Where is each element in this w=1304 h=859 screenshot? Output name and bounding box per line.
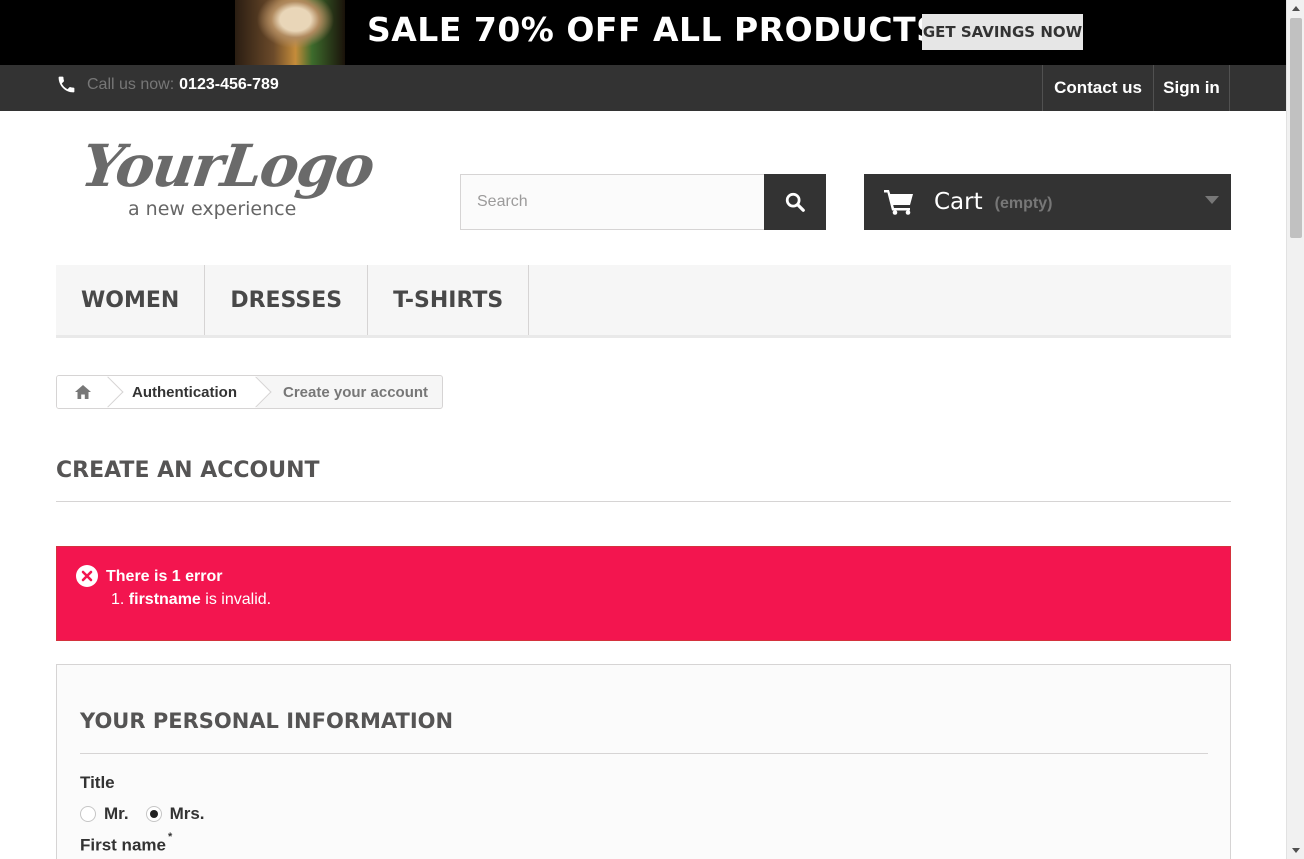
error-icon [76,565,98,587]
contact-us-link[interactable]: Contact us [1042,65,1153,111]
breadcrumb-home[interactable] [57,376,124,408]
cart-icon [884,190,913,215]
search-form [460,174,826,230]
logo-wordmark: YourLogo [77,132,378,200]
error-message: is invalid. [205,591,272,608]
radio-mrs-label: Mrs. [169,804,205,823]
scrollbar-thumb[interactable] [1290,18,1302,238]
phone-number: 0123-456-789 [179,75,279,93]
title-radio-group: Mr. Mrs. [80,804,222,824]
radio-option-mrs[interactable]: Mrs. [145,804,205,824]
phone-contact: Call us now: 0123-456-789 [56,74,279,95]
top-nav: Call us now: 0123-456-789 Contact us Sig… [0,65,1286,111]
section-title: YOUR PERSONAL INFORMATION [80,709,1208,754]
get-savings-button[interactable]: GET SAVINGS NOW [922,14,1083,50]
radio-mrs[interactable] [145,806,162,822]
scroll-down-icon[interactable] [1292,848,1300,853]
breadcrumb: Authentication Create your account [56,375,444,409]
cart-button[interactable]: Cart (empty) [864,174,1231,230]
search-input[interactable] [460,174,765,230]
banner-model-image [235,0,345,65]
banner-title: SALE 70% OFF ALL PRODUCTS [367,10,941,49]
radio-mr-label: Mr. [104,804,129,823]
menu-item-dresses[interactable]: DRESSES [205,265,369,335]
breadcrumb-authentication-label: Authentication [132,383,237,401]
error-item-number: 1. [111,591,125,608]
promo-banner[interactable]: SALE 70% OFF ALL PRODUCTS GET SAVINGS NO… [0,0,1286,65]
phone-icon [58,76,75,93]
breadcrumb-authentication[interactable]: Authentication [109,376,272,408]
title-label: Title [80,773,115,792]
site-logo[interactable]: YourLogo a new experience [77,132,382,226]
cart-status: (empty) [994,195,1053,212]
menu-item-tshirts[interactable]: T-SHIRTS [368,265,530,335]
firstname-label: First name * [80,831,172,856]
required-mark: * [167,831,173,843]
firstname-label-text: First name [80,835,166,855]
sign-in-link[interactable]: Sign in [1153,65,1230,111]
main-menu: WOMEN DRESSES T-SHIRTS [56,265,1231,338]
radio-mr[interactable] [80,806,96,822]
personal-info-form: YOUR PERSONAL INFORMATION Title Mr. Mrs.… [56,664,1231,859]
menu-item-women[interactable]: WOMEN [56,265,206,335]
radio-option-mr[interactable]: Mr. [80,804,129,824]
chevron-down-icon [1205,196,1219,204]
breadcrumb-current: Create your account [283,383,429,401]
page-scrollbar[interactable] [1286,0,1304,859]
page-title: CREATE AN ACCOUNT [56,458,1231,502]
search-icon [785,192,805,212]
call-label: Call us now: [87,75,175,93]
logo-tagline: a new experience [128,198,297,220]
cart-label: Cart [934,189,983,215]
scroll-up-icon[interactable] [1292,6,1300,11]
error-item: 1. firstname is invalid. [111,591,271,609]
search-button[interactable] [764,174,826,230]
home-icon [75,385,91,399]
error-field: firstname [128,591,201,608]
error-alert: There is 1 error 1. firstname is invalid… [56,546,1231,641]
error-heading: There is 1 error [106,568,223,585]
